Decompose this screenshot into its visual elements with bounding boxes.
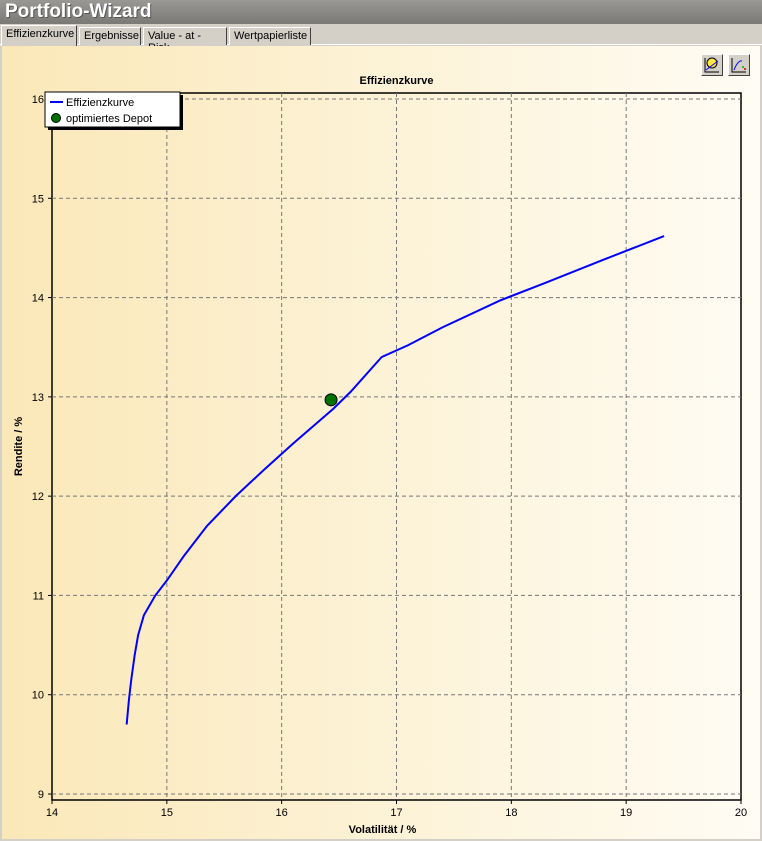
optimized-portfolio-marker [324, 393, 338, 407]
x-tick-label: 15 [161, 807, 173, 819]
y-tick-label: 15 [32, 193, 44, 205]
legend-label-curve: Effizienzkurve [66, 97, 134, 109]
legend-label-depot: optimiertes Depot [66, 113, 152, 125]
x-tick-label: 20 [735, 807, 747, 819]
legend-marker-icon [51, 113, 61, 123]
x-tick-label: 14 [46, 807, 58, 819]
chart-title: Effizienzkurve [360, 75, 434, 87]
x-tick-label: 16 [276, 807, 288, 819]
y-tick-label: 14 [32, 293, 44, 305]
x-tick-label: 19 [620, 807, 632, 819]
y-tick-label: 10 [32, 690, 44, 702]
y-tick-label: 16 [32, 94, 44, 106]
efficiency-chart: 14 15 16 17 18 19 20 9 10 11 12 13 14 15 16 Effizienzku… [13, 75, 747, 836]
x-tick-label: 18 [505, 807, 517, 819]
y-tick-label: 9 [38, 789, 44, 801]
x-axis-label: Volatilität / % [349, 824, 417, 836]
y-tick-label: 12 [32, 491, 44, 503]
y-tick-label: 11 [33, 590, 44, 602]
y-tick-label: 13 [32, 392, 44, 404]
y-axis-label: Rendite / % [13, 417, 25, 477]
x-tick-label: 17 [390, 807, 402, 819]
efficiency-curve-line [125, 235, 665, 725]
tab-effizienzkurve[interactable]: Effizienzkurve [1, 25, 77, 46]
